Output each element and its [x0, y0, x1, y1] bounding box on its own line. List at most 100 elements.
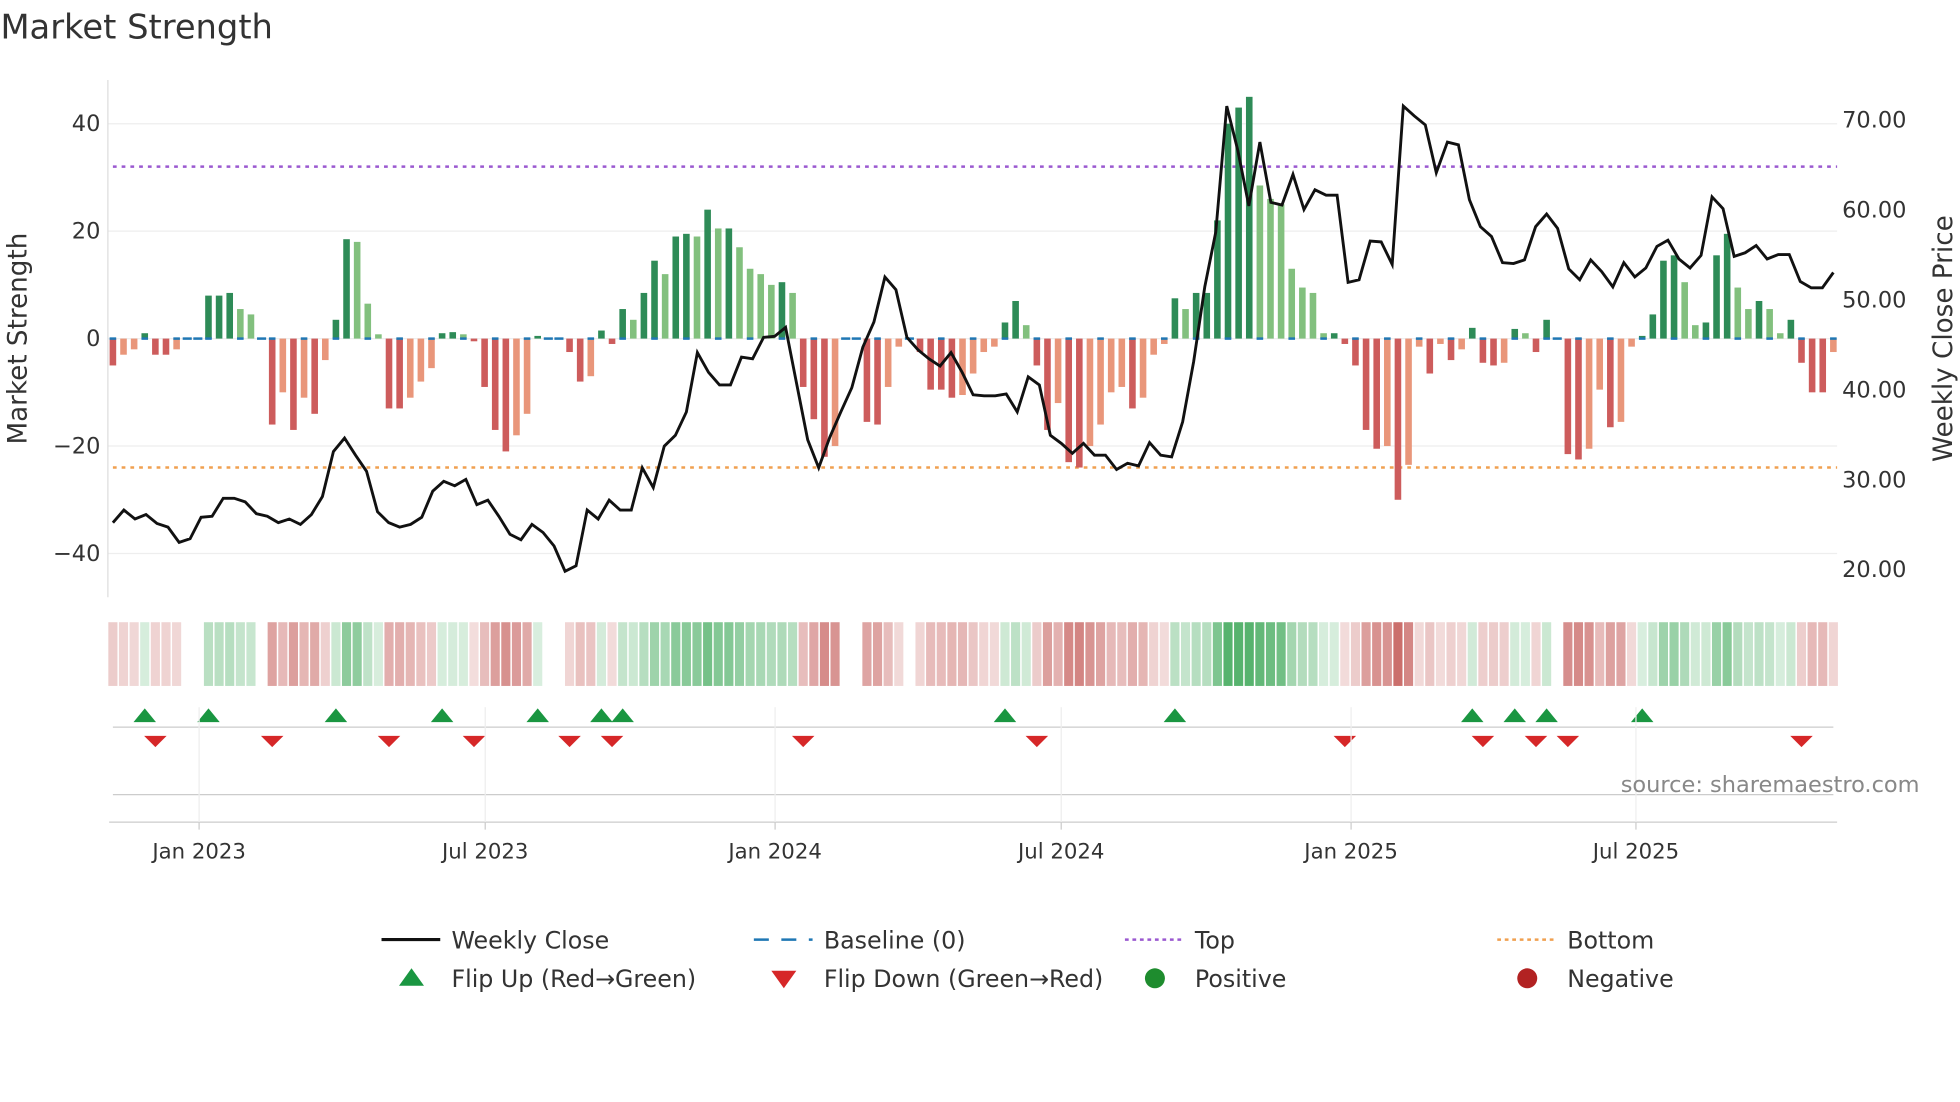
strip-cell [1053, 622, 1063, 686]
strip-cell [1658, 622, 1669, 686]
strength-bar [1288, 268, 1296, 339]
strip-cell [565, 622, 575, 686]
strength-bar [1426, 338, 1434, 374]
strength-bar [130, 338, 138, 350]
strip-cell [331, 622, 341, 686]
strip-cell [883, 622, 893, 686]
legend-label: Flip Up (Red→Green) [451, 965, 696, 993]
strip-cell [1255, 622, 1265, 686]
strength-bar [534, 335, 541, 339]
strength-bar [406, 338, 414, 398]
strip-cell [448, 622, 458, 686]
strip-cell [692, 622, 702, 686]
strength-bar [1575, 338, 1582, 460]
strip-cell [1478, 622, 1488, 686]
strip-cell [1191, 622, 1201, 686]
strength-bar [470, 338, 478, 342]
strip-cell [288, 622, 298, 686]
strip-cell [1531, 622, 1541, 686]
flip-down-marker [600, 735, 624, 748]
strip-cell [1616, 622, 1626, 686]
market-strength-chart: Market Strength 40 20 0 −20 −40 70.00 60.00 50… [0, 8, 1959, 993]
strip-cell [1807, 622, 1817, 686]
strip-cell [957, 622, 968, 686]
strip-cell [649, 622, 660, 686]
strength-bar [810, 338, 818, 420]
strength-bar [438, 333, 446, 339]
strength-bar [757, 274, 765, 339]
strength-bar [1564, 338, 1572, 455]
strength-bar [1299, 287, 1306, 339]
strength-bar [1405, 338, 1412, 465]
strength-bar [1447, 338, 1455, 361]
strip-cell [713, 622, 723, 686]
strip-cell [1775, 622, 1785, 686]
flip-down-marker [1524, 735, 1548, 748]
strip-cell [798, 622, 808, 686]
strength-bar [1001, 322, 1009, 339]
strip-cell [766, 622, 776, 686]
strength-bar [1384, 338, 1391, 447]
x-tick-label: Jul 2024 [1016, 839, 1104, 864]
strip-cell [172, 622, 182, 686]
strip-cell [416, 622, 426, 686]
strength-bar [1787, 319, 1795, 339]
strength-bar [343, 239, 350, 339]
strength-bar [736, 247, 743, 339]
strength-bar [279, 338, 287, 393]
left-tick-label: −40 [53, 541, 100, 567]
strip-cell [1372, 622, 1382, 686]
strength-bar [1458, 338, 1465, 350]
strength-bar [608, 338, 616, 344]
strip-cell [1637, 622, 1647, 686]
strength-bar [1224, 123, 1232, 339]
strip-cell [352, 622, 362, 686]
strip-cell [703, 622, 713, 686]
strength-bar [683, 233, 690, 339]
strip-cell [894, 622, 904, 686]
legend-label: Top [1194, 926, 1235, 954]
strip-cell [1563, 622, 1573, 686]
strip-cell [267, 622, 277, 686]
flip-up-marker [430, 708, 454, 723]
strength-bar [1437, 338, 1444, 344]
strip-cell [1138, 622, 1148, 686]
strength-bar [290, 338, 297, 430]
strength-bar [874, 338, 881, 425]
left-tick-label: 0 [86, 326, 100, 352]
strip-cell [341, 622, 352, 686]
strip-cell [586, 622, 596, 686]
strength-bar [173, 338, 180, 350]
flip-up-marker [590, 708, 613, 723]
strength-bar [1543, 319, 1550, 339]
legend-label: Negative [1567, 965, 1673, 993]
strength-bar [661, 274, 669, 339]
legend-label: Baseline (0) [824, 926, 966, 954]
positive-dot-icon [1144, 968, 1165, 989]
strip-cell [161, 622, 171, 686]
flip-up-marker [133, 708, 156, 723]
right-y-axis-label: Weekly Close Price [1929, 215, 1959, 462]
strength-bar [428, 338, 435, 369]
flip-up-marker [1535, 708, 1558, 723]
strip-cell [1127, 622, 1137, 686]
strip-cell [480, 622, 490, 686]
strip-cell [1096, 622, 1106, 686]
strip-cell [1212, 622, 1222, 686]
strip-cell [575, 622, 585, 686]
strength-bar [1330, 333, 1338, 339]
strip-cell [1308, 622, 1318, 686]
strip-cell [607, 622, 617, 686]
flip-up-marker [197, 708, 220, 723]
strength-bar [1607, 338, 1614, 428]
strength-bar [417, 338, 425, 382]
strength-bar [1033, 338, 1041, 366]
strength-bar [598, 330, 605, 339]
strip-cell [1669, 622, 1679, 686]
strip-cell [108, 622, 118, 686]
strip-cell [1032, 622, 1042, 686]
strength-bar [1585, 338, 1593, 449]
flip-up-marker [1461, 708, 1484, 723]
strip-cell [1319, 622, 1329, 686]
strip-cell [1011, 622, 1021, 686]
